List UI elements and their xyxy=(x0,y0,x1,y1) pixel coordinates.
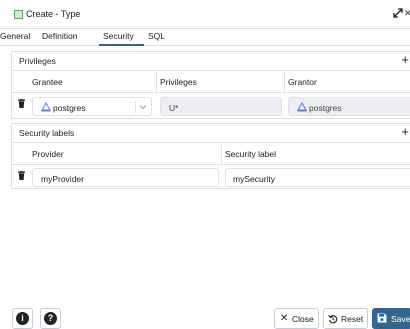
security-label-value: mySecurity xyxy=(233,174,276,184)
trash-icon[interactable] xyxy=(18,171,25,180)
grantee-value: postgres xyxy=(53,103,86,113)
privileges-value: U* xyxy=(169,103,179,113)
user-icon xyxy=(41,102,51,112)
close-icon: ✕ xyxy=(280,313,289,324)
security-labels-section: Security labels + Provider Security labe… xyxy=(11,123,410,189)
grantor-value: postgres xyxy=(309,103,342,113)
tab-definition[interactable]: Definition xyxy=(42,31,77,41)
privileges-title: Privileges xyxy=(19,56,56,66)
column-header-security-label: Security label xyxy=(225,149,277,159)
tab-sql[interactable]: SQL xyxy=(148,31,165,41)
add-privilege-button[interactable]: + xyxy=(401,52,409,68)
reset-button[interactable]: Reset xyxy=(323,308,368,329)
table-row: myProvider mySecurity xyxy=(12,164,410,190)
privileges-header-row: Grantee Privileges Grantor xyxy=(12,70,410,92)
grantor-field: postgres xyxy=(288,97,410,116)
privileges-section: Privileges + Grantee Privileges Grantor … xyxy=(11,51,410,119)
info-icon: i xyxy=(16,312,29,325)
column-divider xyxy=(284,71,285,92)
trash-icon[interactable] xyxy=(18,99,25,108)
provider-value: myProvider xyxy=(41,174,84,184)
info-button[interactable]: i xyxy=(12,308,33,329)
save-button-label: Save xyxy=(391,314,410,324)
user-icon xyxy=(297,102,307,112)
security-labels-header-row: Provider Security label xyxy=(12,142,410,164)
reset-button-label: Reset xyxy=(341,314,364,324)
close-button[interactable]: ✕ Close xyxy=(274,308,319,329)
tab-bar: General Definition Security SQL xyxy=(0,29,410,46)
column-divider xyxy=(156,71,157,92)
dialog-footer: i ? ✕ Close Reset Save xyxy=(0,306,410,329)
save-button[interactable]: Save xyxy=(372,308,410,329)
tab-general[interactable]: General xyxy=(0,31,30,41)
help-button[interactable]: ? xyxy=(40,308,61,329)
privileges-field[interactable]: U* xyxy=(160,97,282,116)
security-labels-title: Security labels xyxy=(19,128,75,138)
reset-icon xyxy=(328,315,338,324)
active-tab-indicator xyxy=(99,44,144,46)
column-header-privileges: Privileges xyxy=(160,77,197,87)
column-header-grantor: Grantor xyxy=(288,77,317,87)
close-button-label: Close xyxy=(292,314,314,324)
column-divider xyxy=(221,143,222,164)
add-security-label-button[interactable]: + xyxy=(401,124,409,140)
security-label-input[interactable]: mySecurity xyxy=(225,168,410,187)
select-divider xyxy=(135,101,136,113)
save-icon xyxy=(377,313,387,323)
close-dialog-icon[interactable]: ✕ xyxy=(404,8,410,19)
column-header-provider: Provider xyxy=(32,149,64,159)
expand-icon[interactable] xyxy=(392,7,404,19)
type-icon xyxy=(14,10,23,19)
grantee-select[interactable]: postgres xyxy=(32,97,152,116)
help-icon: ? xyxy=(44,312,57,325)
provider-input[interactable]: myProvider xyxy=(32,168,219,187)
column-header-grantee: Grantee xyxy=(32,77,63,87)
chevron-down-icon[interactable] xyxy=(139,104,147,110)
dialog-title: Create - Type xyxy=(26,9,81,19)
dialog-titlebar: Create - Type ✕ xyxy=(0,0,410,29)
tab-security[interactable]: Security xyxy=(103,31,134,41)
table-row: postgres U* postgres xyxy=(12,92,410,120)
